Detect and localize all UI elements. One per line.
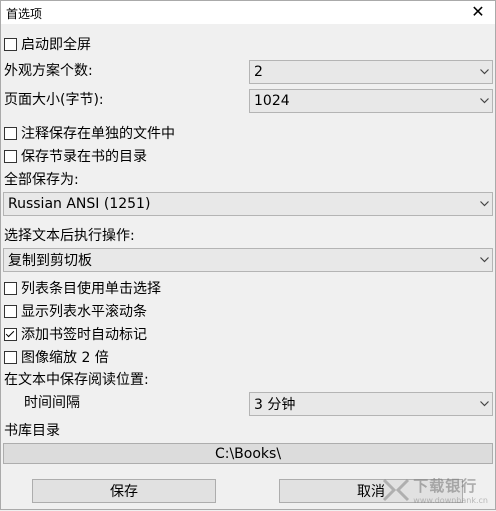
library-label: 书库目录 <box>4 423 60 439</box>
cancel-button[interactable]: 取消 <box>279 479 463 503</box>
chevron-down-icon <box>476 201 492 207</box>
after-select-value: 复制到剪切板 <box>8 253 92 269</box>
hscroll-option[interactable]: 显示列表水平滚动条 <box>4 301 147 321</box>
page-size-label: 页面大小(字节): <box>4 92 104 108</box>
close-button[interactable]: ✕ <box>467 1 489 23</box>
chevron-down-icon <box>476 257 492 263</box>
single-click-checkbox[interactable] <box>4 281 17 295</box>
library-path: C:\Books\ <box>214 445 282 462</box>
save-position-label: 在文本中保存阅读位置: <box>4 372 149 388</box>
interval-value: 3 分钟 <box>254 397 296 413</box>
after-select-label: 选择文本后执行操作: <box>4 228 135 244</box>
save-in-book-dir-label: 保存节录在书的目录 <box>21 149 147 165</box>
notes-separate-option[interactable]: 注释保存在单独的文件中 <box>4 123 175 143</box>
page-size-select[interactable]: 1024 <box>249 89 493 113</box>
single-click-label: 列表条目使用单击选择 <box>21 281 161 297</box>
save-in-book-dir-option[interactable]: 保存节录在书的目录 <box>4 146 147 166</box>
schemes-label: 外观方案个数: <box>4 63 93 79</box>
interval-select[interactable]: 3 分钟 <box>249 392 493 416</box>
schemes-value: 2 <box>254 64 263 80</box>
hscroll-checkbox[interactable] <box>4 304 17 318</box>
fullscreen-option[interactable]: 启动即全屏 <box>4 34 91 54</box>
interval-label: 时间间隔 <box>24 395 80 411</box>
fullscreen-label: 启动即全屏 <box>21 37 91 53</box>
title-bar: 首选项 ✕ <box>0 0 496 24</box>
chevron-down-icon <box>476 401 492 407</box>
hscroll-label: 显示列表水平滚动条 <box>21 304 147 320</box>
library-path-button[interactable]: C:\Books\ <box>3 443 493 464</box>
save-button[interactable]: 保存 <box>32 479 216 503</box>
auto-mark-label: 添加书签时自动标记 <box>21 327 147 343</box>
notes-separate-label: 注释保存在单独的文件中 <box>21 126 175 142</box>
page-size-value: 1024 <box>254 93 290 109</box>
image-zoom-label: 图像缩放 2 倍 <box>21 350 109 366</box>
window-title: 首选项 <box>6 7 43 21</box>
encoding-value: Russian ANSI (1251) <box>8 196 151 212</box>
encoding-select[interactable]: Russian ANSI (1251) <box>3 192 493 216</box>
save-in-book-dir-checkbox[interactable] <box>4 149 17 163</box>
after-select-select[interactable]: 复制到剪切板 <box>3 248 493 272</box>
chevron-down-icon <box>476 98 492 104</box>
auto-mark-option[interactable]: 添加书签时自动标记 <box>4 324 147 344</box>
image-zoom-option[interactable]: 图像缩放 2 倍 <box>4 347 109 367</box>
auto-mark-checkbox[interactable] <box>4 327 17 341</box>
chevron-down-icon <box>476 69 492 75</box>
save-all-label: 全部保存为: <box>4 172 79 188</box>
single-click-option[interactable]: 列表条目使用单击选择 <box>4 278 161 298</box>
fullscreen-checkbox[interactable] <box>4 37 17 51</box>
schemes-select[interactable]: 2 <box>249 60 493 84</box>
image-zoom-checkbox[interactable] <box>4 350 17 364</box>
notes-separate-checkbox[interactable] <box>4 126 17 140</box>
